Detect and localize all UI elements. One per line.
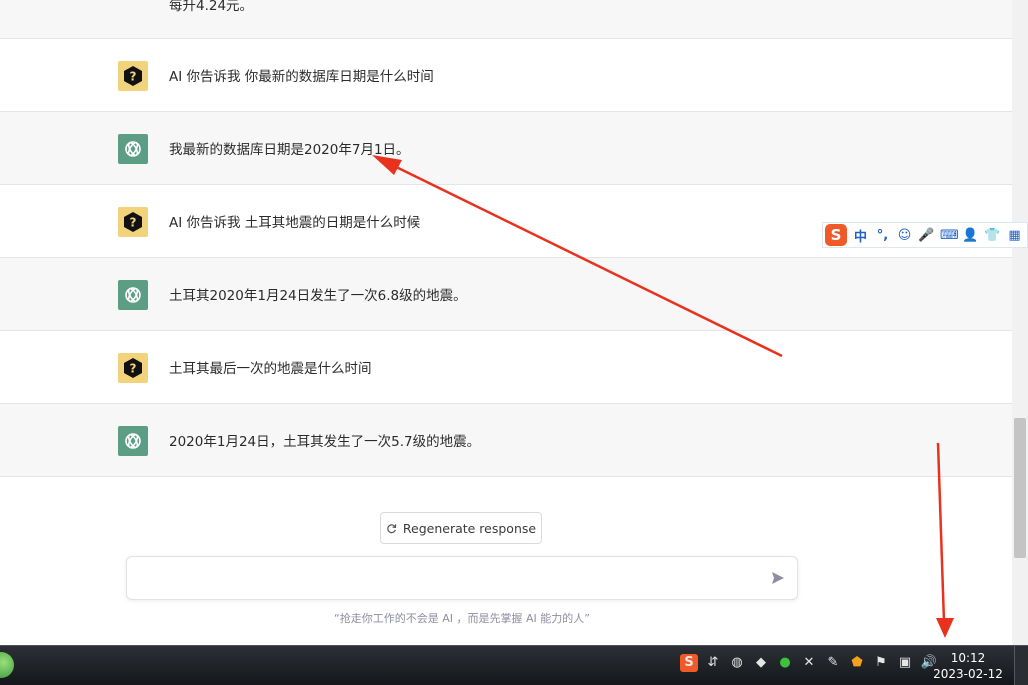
ime-punct-toggle[interactable]: °,: [874, 228, 891, 243]
user-avatar-icon: ?: [118, 61, 148, 91]
sogou-tray-icon[interactable]: S: [680, 654, 698, 672]
message-row-user: ? AI 你告诉我 你最新的数据库日期是什么时间: [0, 39, 1012, 112]
show-desktop-button[interactable]: [1014, 646, 1028, 685]
clock-time: 10:12: [950, 651, 986, 665]
ime-toolbar[interactable]: S 中 °, ☺ 🎤 ⌨ 👤 👕 ▦: [822, 222, 1028, 248]
system-tray: S ⇵ ◍ ◆ ● ✕ ✎ ⬟ ⚑ ▣ 🔊: [680, 654, 938, 672]
user-icon[interactable]: 👤: [962, 228, 979, 243]
footer-quote: “抢走你工作的不会是 AI ，而是先掌握 AI 能力的人”: [334, 612, 590, 625]
openai-logo-icon: [118, 426, 148, 456]
message-text: 土耳其2020年1月24日发生了一次6.8级的地震。: [169, 288, 467, 304]
annotation-arrow-head: [936, 618, 954, 638]
regenerate-button[interactable]: Regenerate response: [380, 512, 542, 544]
screen: 每升4.24元。 ? AI 你告诉我 你最新的数据库日期是什么时间 我最新的数据…: [0, 0, 1028, 685]
keyboard-icon[interactable]: ⌨: [940, 228, 959, 243]
tray-expand-icon[interactable]: ⇵: [704, 654, 722, 672]
emoji-icon[interactable]: ☺: [896, 228, 913, 243]
app-tray-icon[interactable]: ◆: [752, 654, 770, 672]
shield-icon[interactable]: ⬟: [848, 654, 866, 672]
svg-text:?: ?: [130, 362, 137, 376]
ime-mode-toggle[interactable]: 中: [852, 226, 869, 245]
start-button-icon[interactable]: [0, 652, 14, 678]
user-avatar-icon: ?: [118, 353, 148, 383]
sogou-logo-icon[interactable]: S: [825, 224, 847, 246]
taskbar: S ⇵ ◍ ◆ ● ✕ ✎ ⬟ ⚑ ▣ 🔊 10:12 2023-02-12: [0, 645, 1028, 685]
openai-logo-icon: [118, 134, 148, 164]
message-text: 我最新的数据库日期是2020年7月1日。: [169, 142, 410, 158]
scrollbar-thumb[interactable]: [1014, 418, 1026, 558]
message-text: AI 你告诉我 土耳其地震的日期是什么时候: [169, 215, 421, 231]
message-row-assistant: 2020年1月24日，土耳其发生了一次5.7级的地震。: [0, 404, 1012, 477]
message-text: 土耳其最后一次的地震是什么时间: [169, 361, 372, 377]
flag-icon[interactable]: ⚑: [872, 654, 890, 672]
clock-date: 2023-02-12: [933, 667, 1003, 681]
mute-tray-icon[interactable]: ✕: [800, 654, 818, 672]
message-text: 2020年1月24日，土耳其发生了一次5.7级的地震。: [169, 434, 481, 450]
openai-logo-icon: [118, 280, 148, 310]
regenerate-label: Regenerate response: [402, 520, 537, 536]
tshirt-icon[interactable]: 👕: [984, 228, 1001, 243]
network-globe-icon[interactable]: ◍: [728, 654, 746, 672]
user-avatar-icon: ?: [118, 207, 148, 237]
prompt-input[interactable]: [139, 567, 763, 591]
tool-tray-icon[interactable]: ✎: [824, 654, 842, 672]
grid-icon[interactable]: ▦: [1006, 228, 1023, 243]
network-icon[interactable]: ▣: [896, 654, 914, 672]
message-row-partial: 每升4.24元。: [0, 0, 1012, 39]
message-row-assistant: 我最新的数据库日期是2020年7月1日。: [0, 112, 1012, 185]
wechat-icon[interactable]: ●: [776, 654, 794, 672]
taskbar-clock[interactable]: 10:12 2023-02-12: [928, 650, 1008, 682]
svg-text:?: ?: [130, 216, 137, 230]
svg-text:?: ?: [130, 70, 137, 84]
message-text: AI 你告诉我 你最新的数据库日期是什么时间: [169, 69, 434, 85]
refresh-icon: [387, 523, 397, 533]
mic-icon[interactable]: 🎤: [918, 228, 935, 243]
send-icon[interactable]: [771, 571, 785, 585]
message-row-user: ? 土耳其最后一次的地震是什么时间: [0, 331, 1012, 404]
message-row-assistant: 土耳其2020年1月24日发生了一次6.8级的地震。: [0, 258, 1012, 331]
prompt-input-box[interactable]: [126, 556, 798, 600]
message-text: 每升4.24元。: [169, 0, 254, 14]
